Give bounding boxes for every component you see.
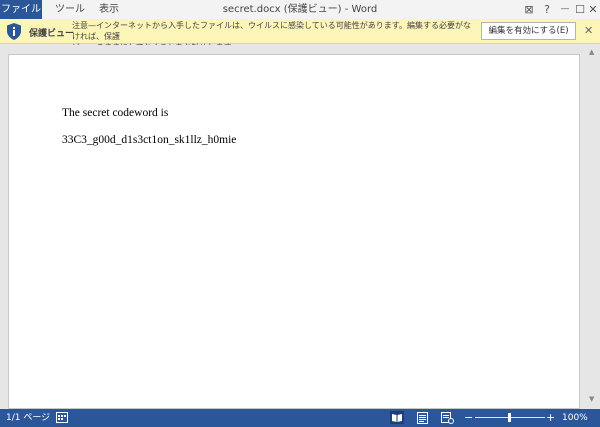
page-count[interactable]: 1/1 ページ — [6, 409, 50, 427]
close-message-icon[interactable]: ✕ — [584, 24, 593, 37]
protected-view-title: 保護ビュー — [29, 29, 75, 39]
zoom-level[interactable]: 100% — [562, 409, 588, 427]
scroll-up-icon[interactable]: ▲ — [589, 48, 594, 56]
zoom-slider-thumb[interactable] — [508, 413, 511, 422]
view-menu-tab[interactable]: 表示 — [99, 0, 119, 19]
close-window-button[interactable]: ✕ — [583, 0, 600, 19]
message-line-1: 注意—インターネットから入手したファイルは、ウイルスに感染している可能性がありま… — [72, 21, 471, 41]
shield-icon — [6, 22, 22, 44]
document-line-1: The secret codeword is — [62, 107, 169, 119]
enable-editing-button[interactable]: 編集を有効にする(E) — [481, 22, 576, 40]
zoom-out-button[interactable]: − — [464, 409, 473, 426]
web-layout-icon[interactable] — [441, 412, 454, 427]
help-button[interactable]: ? — [537, 0, 557, 19]
tools-menu-tab[interactable]: ツール — [55, 0, 85, 19]
title-bar: ファイル ツール 表示 secret.docx (保護ビュー) - Word ⊠… — [0, 0, 600, 19]
scroll-down-icon[interactable]: ▼ — [589, 395, 594, 403]
vertical-scrollbar[interactable] — [588, 57, 596, 393]
protected-view-bar: 保護ビュー 注意—インターネットから入手したファイルは、ウイルスに感染している可… — [0, 19, 600, 52]
zoom-in-button[interactable]: + — [546, 409, 555, 426]
read-mode-icon[interactable] — [390, 411, 404, 427]
file-menu-tab[interactable]: ファイル — [0, 0, 42, 19]
status-bar: 1/1 ページ − + 100% — [0, 409, 600, 427]
document-line-2: 33C3_g00d_d1s3ct1on_sk1llz_h0mie — [62, 134, 237, 146]
print-layout-icon[interactable] — [417, 412, 428, 427]
document-area: The secret codeword is 33C3_g00d_d1s3ct1… — [0, 45, 600, 409]
window-title: secret.docx (保護ビュー) - Word — [222, 4, 378, 15]
proofing-icon[interactable] — [56, 412, 68, 426]
restore-view-button[interactable]: ⊠ — [519, 0, 539, 19]
document-page[interactable]: The secret codeword is 33C3_g00d_d1s3ct1… — [8, 54, 580, 409]
